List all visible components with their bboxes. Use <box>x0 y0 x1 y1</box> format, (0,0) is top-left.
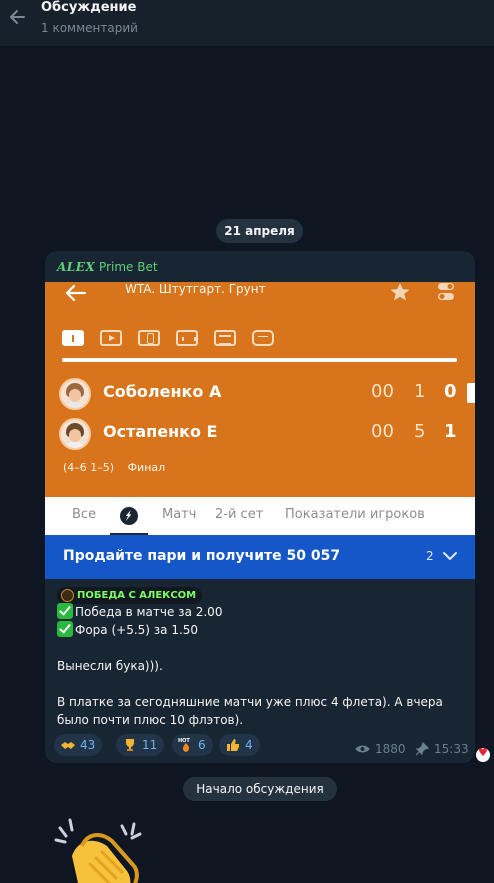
lineup-icon <box>252 330 274 346</box>
pin-icon <box>415 742 429 756</box>
tab-all: Все <box>72 507 97 522</box>
caption-line: В платке за сегодняшние матчи уже плюс 4… <box>57 695 443 709</box>
clapping-hands-sticker[interactable] <box>52 816 147 883</box>
tournament-title: WTA. Штутгарт. Грунт <box>125 282 266 296</box>
message-text: ПОБЕДА С АЛЕКСОМ Победа в матче за 2.00 … <box>57 585 467 729</box>
reaction-count: 11 <box>142 738 158 752</box>
player-games: 5 <box>414 421 426 442</box>
player-name: Остапенко Е <box>103 422 218 441</box>
reaction-count: 4 <box>245 738 253 752</box>
player-avatar <box>59 418 91 450</box>
hot-fire-icon: HOT <box>178 738 190 752</box>
tab-match: Матч <box>162 507 197 522</box>
settings-toggle-icon <box>438 283 454 300</box>
caption-line: Фора (+5.5) за 1.50 <box>57 621 467 639</box>
player-points: 00 <box>371 421 394 442</box>
tab-live <box>110 503 148 535</box>
caption-line-text: Фора (+5.5) за 1.50 <box>75 623 199 637</box>
message-author[interactable]: ALEX Prime Bet <box>57 260 158 274</box>
handshake-icon <box>61 742 75 749</box>
player-row: Остапенко Е 00 5 1 <box>59 418 475 450</box>
reaction-count: 43 <box>80 738 96 752</box>
caption-line: Вынесли бука))). <box>57 659 163 673</box>
info-icon <box>62 330 84 346</box>
attached-screenshot[interactable]: WTA. Штутгарт. Грунт Соболенко А 00 1 0 … <box>45 282 475 584</box>
stats-icon <box>176 330 198 346</box>
court-icon <box>138 330 160 346</box>
caption-tag-line: ПОБЕДА С АЛЕКСОМ <box>57 585 467 604</box>
caption-line-text: Победа в матче за 2.00 <box>75 605 223 619</box>
author-brand: ALEX <box>57 260 96 274</box>
tab-player-stats: Показатели игроков <box>285 507 425 522</box>
date-separator: 21 апреля <box>216 219 303 243</box>
lightning-icon <box>120 507 138 525</box>
set-scores-line: (4–6 1–5) Финал <box>63 461 165 474</box>
message-bubble[interactable]: ALEX Prime Bet WTA. Штутгарт. Грунт Собо… <box>45 251 475 763</box>
chat-area[interactable]: 21 апреля ALEX Prime Bet WTA. Штутгарт. … <box>0 46 494 883</box>
win-badge: ПОБЕДА С АЛЕКСОМ <box>57 587 203 604</box>
player-row: Соболенко А 00 1 0 <box>59 378 475 410</box>
author-name: Prime Bet <box>99 260 158 274</box>
player-name: Соболенко А <box>103 382 222 401</box>
check-mark-icon <box>57 603 73 619</box>
reaction-thumbs-up[interactable]: 4 <box>219 734 260 756</box>
match-tabs: Все Матч 2-й сет Показатели игроков <box>45 497 475 535</box>
win-badge-text: ПОБЕДА С АЛЕКСОМ <box>77 590 197 601</box>
player-points: 00 <box>371 381 394 402</box>
reaction-hot[interactable]: HOT 6 <box>172 734 213 756</box>
video-icon <box>100 330 122 346</box>
cashout-text: Продайте пари и получите 50 057 <box>63 548 341 564</box>
badge-icon <box>61 589 74 602</box>
reaction-count: 6 <box>198 738 206 752</box>
player-sets: 1 <box>444 421 457 442</box>
svg-text:HOT: HOT <box>178 738 190 744</box>
set-scores: (4–6 1–5) <box>63 461 115 474</box>
check-mark-icon <box>57 621 73 637</box>
scoreboard-icon <box>214 330 236 346</box>
comment-count: 1 комментарий <box>41 21 138 35</box>
trophy-icon <box>126 739 134 751</box>
chat-header: Обсуждение 1 комментарий <box>0 0 494 46</box>
chevron-down-icon <box>443 552 457 560</box>
player-games: 1 <box>414 381 426 402</box>
page-title: Обсуждение <box>41 0 137 15</box>
eye-icon <box>355 745 370 753</box>
match-progress-bar <box>62 358 457 362</box>
match-status: Финал <box>127 461 166 474</box>
player-sets: 0 <box>444 381 457 402</box>
cashout-banner: Продайте пари и получите 50 057 2 <box>45 535 475 579</box>
caption-line: было почти плюс 10 флэтов). <box>57 713 244 727</box>
screenshot-back-arrow-icon <box>65 284 87 302</box>
heart-reaction-icon[interactable] <box>476 746 490 762</box>
match-progress-fill <box>62 358 457 362</box>
message-time: 15:33 <box>434 742 469 756</box>
caption-line: Победа в матче за 2.00 <box>57 603 467 621</box>
thumbs-up-icon <box>227 739 239 751</box>
reaction-handshake[interactable]: 43 <box>54 734 103 756</box>
serve-indicator <box>467 383 475 403</box>
view-count: 1880 <box>375 742 406 756</box>
discussion-start-label: Начало обсуждения <box>183 777 337 801</box>
tab-set2: 2-й сет <box>215 507 264 522</box>
back-arrow-icon[interactable] <box>6 6 28 28</box>
match-card: WTA. Штутгарт. Грунт Соболенко А 00 1 0 … <box>45 282 475 497</box>
star-icon <box>390 283 410 301</box>
player-avatar <box>59 378 91 410</box>
cashout-count: 2 <box>426 549 434 563</box>
reaction-trophy[interactable]: 11 <box>116 734 165 756</box>
